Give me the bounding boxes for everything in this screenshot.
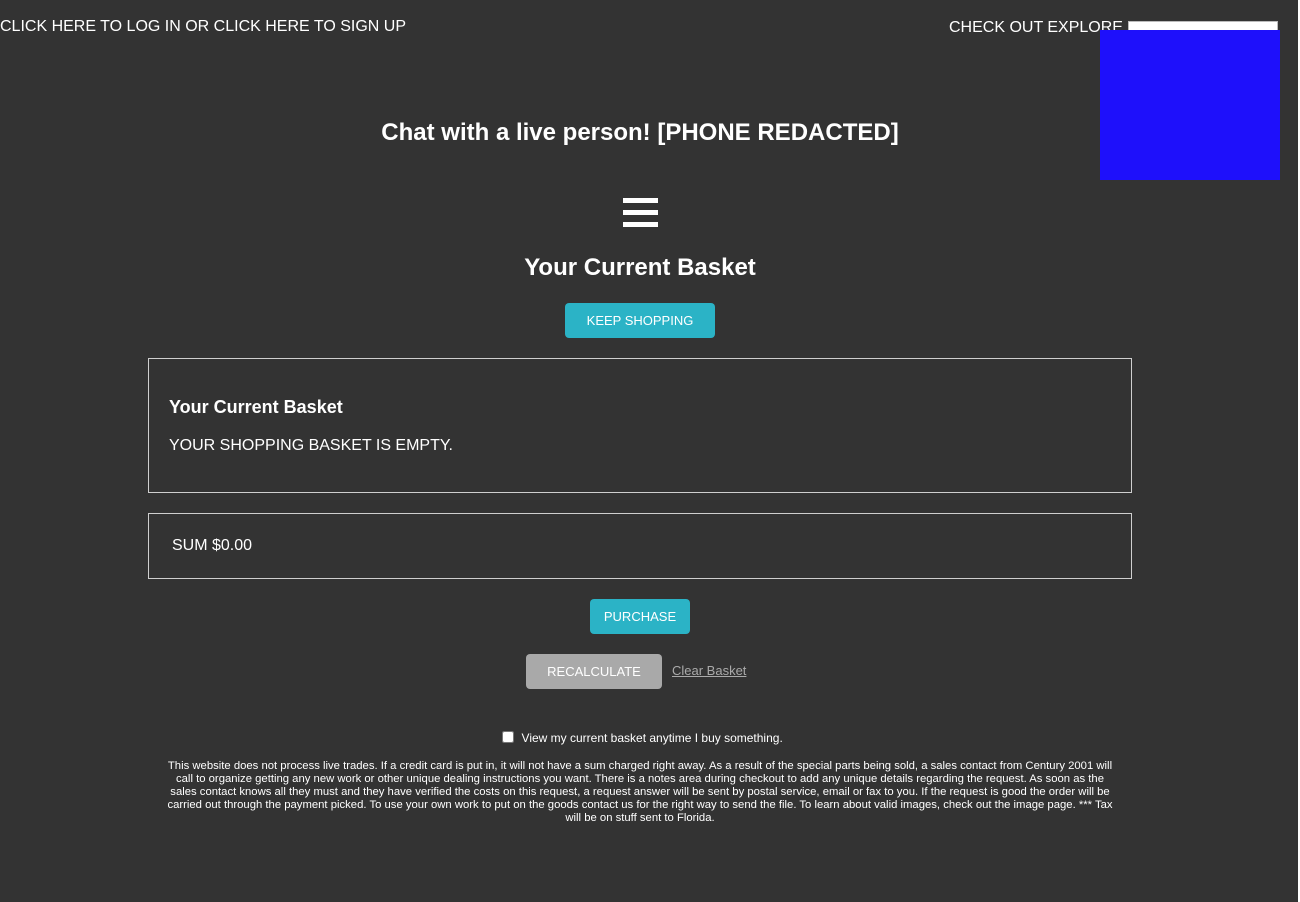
view-basket-label: View my current basket anytime I buy som… — [521, 731, 783, 745]
page-title: Your Current Basket — [524, 254, 756, 281]
disclaimer-text: This website does not process live trade… — [167, 760, 1113, 824]
login-signup-link[interactable]: CLICK HERE TO LOG IN OR CLICK HERE TO SI… — [0, 18, 406, 36]
menu-bar — [623, 198, 658, 203]
sum-panel: SUM $0.00 — [148, 513, 1132, 579]
view-basket-checkbox[interactable] — [502, 731, 515, 743]
live-chat-banner[interactable]: Chat with a live person! [PHONE REDACTED… — [0, 119, 1280, 147]
basket-panel: Your Current Basket YOUR SHOPPING BASKET… — [148, 358, 1132, 493]
empty-basket-message: YOUR SHOPPING BASKET IS EMPTY. — [169, 437, 453, 454]
explore-link[interactable]: CHECK OUT EXPLORE — [949, 19, 1123, 37]
purchase-button[interactable]: PURCHASE — [590, 599, 690, 634]
hamburger-menu-icon[interactable] — [623, 198, 658, 228]
keep-shopping-button[interactable]: KEEP SHOPPING — [565, 303, 715, 338]
recalculate-button[interactable]: RECALCULATE — [526, 654, 662, 689]
menu-bar — [623, 222, 658, 227]
basket-sum: SUM $0.00 — [172, 537, 253, 554]
page: CLICK HERE TO LOG IN OR CLICK HERE TO SI… — [0, 0, 1300, 902]
menu-bar — [623, 210, 658, 215]
view-basket-option: View my current basket anytime I buy som… — [0, 731, 1285, 745]
basket-panel-title: Your Current Basket — [169, 397, 343, 417]
blue-banner-block — [1100, 30, 1280, 180]
clear-basket-link[interactable]: Clear Basket — [672, 663, 746, 678]
